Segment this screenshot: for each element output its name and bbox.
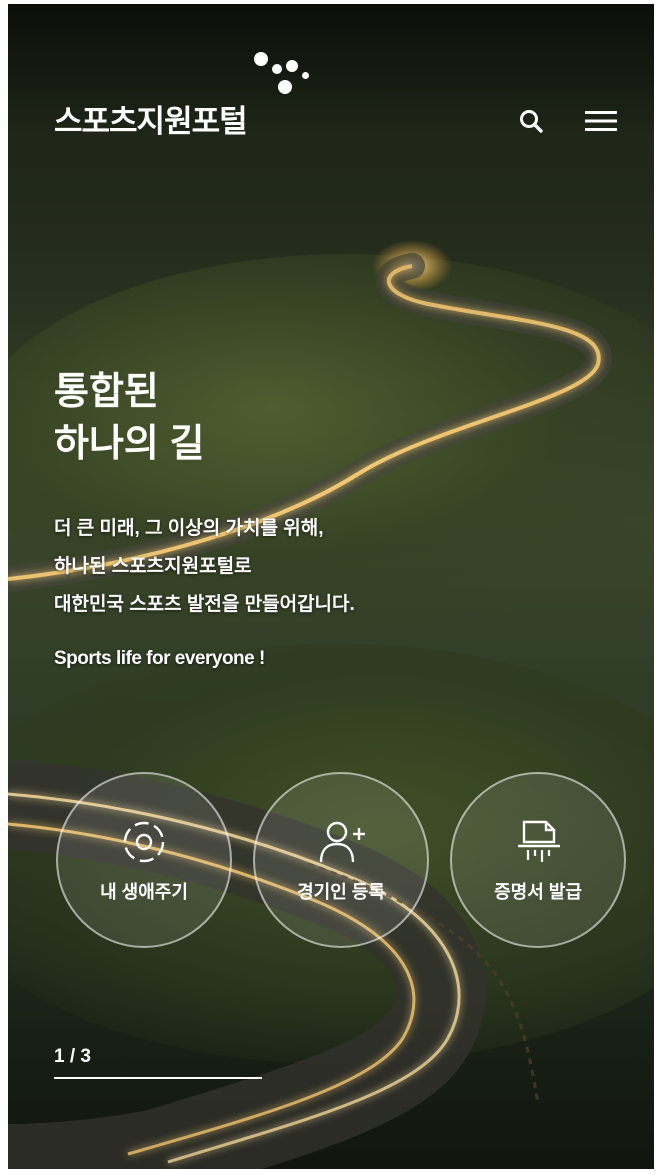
quick-link-lifecycle[interactable]: 내 생애주기 (56, 772, 232, 948)
add-user-icon (319, 821, 365, 863)
search-icon (520, 110, 543, 133)
hero-description-line: 더 큰 미래, 그 이상의 가치를 위해, (54, 518, 324, 539)
hero-title-line: 하나의 길 (54, 423, 205, 465)
menu-button[interactable] (584, 104, 618, 138)
quick-link-label: 경기인 등록 (297, 882, 385, 902)
hero-title-line: 통합된 (54, 371, 159, 413)
slide-progress-fill (54, 1077, 262, 1079)
hero-title: 통합된 하나의 길 (54, 366, 204, 470)
logo-dots-icon (252, 46, 322, 102)
quick-link-register[interactable]: 경기인 등록 (253, 772, 429, 948)
quick-link-label: 내 생애주기 (100, 882, 188, 902)
hero-description-line: 하나된 스포츠지원포털로 (54, 556, 252, 577)
slide-progress-bar (54, 1077, 262, 1079)
quick-link-certificate[interactable]: 증명서 발급 (450, 772, 626, 948)
hero-description-line: 대한민국 스포츠 발전을 만들어갑니다. (54, 594, 355, 615)
hero-description: 더 큰 미래, 그 이상의 가치를 위해, 하나된 스포츠지원포털로 대한민국 … (54, 510, 355, 624)
slide-pager: 1 / 3 (54, 1046, 91, 1067)
quick-link-label: 증명서 발급 (494, 882, 582, 902)
search-button[interactable] (514, 104, 548, 138)
hero-tagline: Sports life for everyone ! (54, 648, 265, 669)
certificate-print-icon (518, 820, 560, 862)
lifecycle-icon (123, 821, 165, 863)
hamburger-menu-icon (585, 111, 617, 131)
site-logo[interactable]: 스포츠지원포털 (54, 96, 248, 141)
